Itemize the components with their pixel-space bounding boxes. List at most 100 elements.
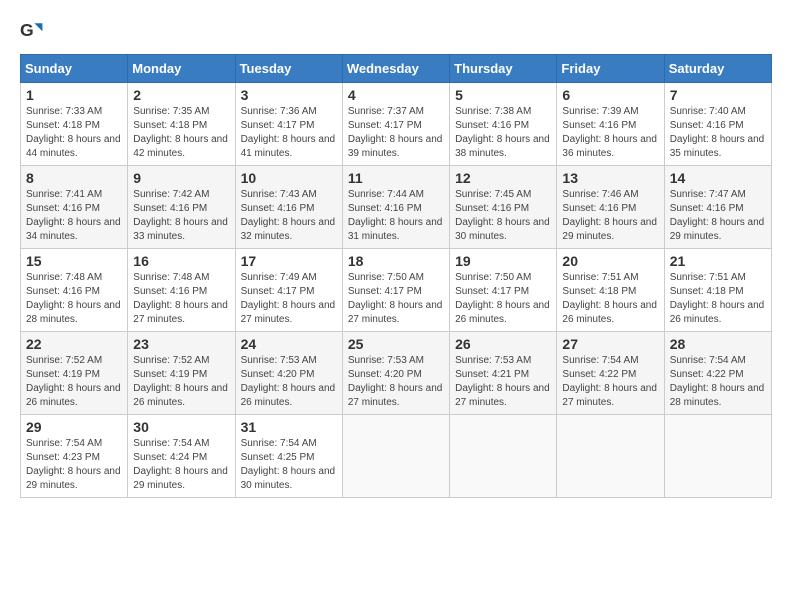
day-cell: 7Sunrise: 7:40 AM Sunset: 4:16 PM Daylig… — [664, 83, 771, 166]
day-info: Sunrise: 7:44 AM Sunset: 4:16 PM Dayligh… — [348, 189, 443, 242]
day-info: Sunrise: 7:43 AM Sunset: 4:16 PM Dayligh… — [241, 189, 336, 242]
week-row-2: 8Sunrise: 7:41 AM Sunset: 4:16 PM Daylig… — [21, 166, 772, 249]
day-number: 31 — [241, 419, 337, 435]
day-info: Sunrise: 7:54 AM Sunset: 4:22 PM Dayligh… — [562, 355, 657, 408]
day-cell: 9Sunrise: 7:42 AM Sunset: 4:16 PM Daylig… — [128, 166, 235, 249]
day-cell: 13 Sunrise: 7:46 AM Sunset: 4:16 PM Dayli… — [557, 166, 664, 249]
day-number: 20 — [562, 253, 658, 269]
day-cell: 23 Sunrise: 7:52 AM Sunset: 4:19 PM Dayli… — [128, 332, 235, 415]
day-number: 27 — [562, 336, 658, 352]
day-number: 5 — [455, 87, 551, 103]
day-number: 13 — [562, 170, 658, 186]
day-number: 23 — [133, 336, 229, 352]
day-cell — [342, 415, 449, 498]
day-info: Sunrise: 7:48 AM Sunset: 4:16 PM Dayligh… — [133, 272, 228, 325]
day-info: Sunrise: 7:39 AM Sunset: 4:16 PM Dayligh… — [562, 106, 657, 159]
header-day-friday: Friday — [557, 55, 664, 83]
day-cell: 27 Sunrise: 7:54 AM Sunset: 4:22 PM Dayli… — [557, 332, 664, 415]
day-info: Sunrise: 7:45 AM Sunset: 4:16 PM Dayligh… — [455, 189, 550, 242]
day-info: Sunrise: 7:49 AM Sunset: 4:17 PM Dayligh… — [241, 272, 336, 325]
header-day-wednesday: Wednesday — [342, 55, 449, 83]
day-cell: 8Sunrise: 7:41 AM Sunset: 4:16 PM Daylig… — [21, 166, 128, 249]
week-row-3: 15 Sunrise: 7:48 AM Sunset: 4:16 PM Dayli… — [21, 249, 772, 332]
day-info: Sunrise: 7:52 AM Sunset: 4:19 PM Dayligh… — [133, 355, 228, 408]
day-number: 6 — [562, 87, 658, 103]
day-cell: 11 Sunrise: 7:44 AM Sunset: 4:16 PM Dayli… — [342, 166, 449, 249]
day-number: 7 — [670, 87, 766, 103]
day-info: Sunrise: 7:47 AM Sunset: 4:16 PM Dayligh… — [670, 189, 765, 242]
header-day-saturday: Saturday — [664, 55, 771, 83]
day-info: Sunrise: 7:54 AM Sunset: 4:23 PM Dayligh… — [26, 438, 121, 491]
day-info: Sunrise: 7:33 AM Sunset: 4:18 PM Dayligh… — [26, 106, 121, 159]
day-info: Sunrise: 7:54 AM Sunset: 4:25 PM Dayligh… — [241, 438, 336, 491]
day-number: 24 — [241, 336, 337, 352]
day-number: 17 — [241, 253, 337, 269]
day-number: 19 — [455, 253, 551, 269]
day-cell: 29 Sunrise: 7:54 AM Sunset: 4:23 PM Dayli… — [21, 415, 128, 498]
day-info: Sunrise: 7:50 AM Sunset: 4:17 PM Dayligh… — [348, 272, 443, 325]
day-number: 4 — [348, 87, 444, 103]
day-cell: 21 Sunrise: 7:51 AM Sunset: 4:18 PM Dayli… — [664, 249, 771, 332]
day-number: 22 — [26, 336, 122, 352]
svg-text:G: G — [20, 20, 34, 40]
day-cell: 25Sunrise: 7:53 AM Sunset: 4:20 PM Dayli… — [342, 332, 449, 415]
day-cell — [664, 415, 771, 498]
day-number: 18 — [348, 253, 444, 269]
day-number: 2 — [133, 87, 229, 103]
day-number: 21 — [670, 253, 766, 269]
day-info: Sunrise: 7:54 AM Sunset: 4:24 PM Dayligh… — [133, 438, 228, 491]
logo-icon: G — [20, 20, 44, 44]
day-cell: 6 Sunrise: 7:39 AM Sunset: 4:16 PM Daylig… — [557, 83, 664, 166]
calendar-body: 1 Sunrise: 7:33 AM Sunset: 4:18 PM Daylig… — [21, 83, 772, 498]
calendar-table: SundayMondayTuesdayWednesdayThursdayFrid… — [20, 54, 772, 498]
day-number: 30 — [133, 419, 229, 435]
day-number: 14 — [670, 170, 766, 186]
day-info: Sunrise: 7:37 AM Sunset: 4:17 PM Dayligh… — [348, 106, 443, 159]
day-info: Sunrise: 7:52 AM Sunset: 4:19 PM Dayligh… — [26, 355, 121, 408]
day-info: Sunrise: 7:41 AM Sunset: 4:16 PM Dayligh… — [26, 189, 121, 242]
day-cell: 28Sunrise: 7:54 AM Sunset: 4:22 PM Dayli… — [664, 332, 771, 415]
header-row: SundayMondayTuesdayWednesdayThursdayFrid… — [21, 55, 772, 83]
day-cell: 18 Sunrise: 7:50 AM Sunset: 4:17 PM Dayli… — [342, 249, 449, 332]
day-info: Sunrise: 7:48 AM Sunset: 4:16 PM Dayligh… — [26, 272, 121, 325]
day-cell: 12 Sunrise: 7:45 AM Sunset: 4:16 PM Dayli… — [450, 166, 557, 249]
day-number: 10 — [241, 170, 337, 186]
day-number: 3 — [241, 87, 337, 103]
day-cell: 10 Sunrise: 7:43 AM Sunset: 4:16 PM Dayli… — [235, 166, 342, 249]
header-day-thursday: Thursday — [450, 55, 557, 83]
day-cell: 24 Sunrise: 7:53 AM Sunset: 4:20 PM Dayli… — [235, 332, 342, 415]
day-number: 16 — [133, 253, 229, 269]
day-info: Sunrise: 7:51 AM Sunset: 4:18 PM Dayligh… — [562, 272, 657, 325]
day-cell: 30 Sunrise: 7:54 AM Sunset: 4:24 PM Dayli… — [128, 415, 235, 498]
logo: G — [20, 20, 48, 44]
day-number: 25 — [348, 336, 444, 352]
day-info: Sunrise: 7:51 AM Sunset: 4:18 PM Dayligh… — [670, 272, 765, 325]
day-cell: 2Sunrise: 7:35 AM Sunset: 4:18 PM Daylig… — [128, 83, 235, 166]
day-cell: 1 Sunrise: 7:33 AM Sunset: 4:18 PM Daylig… — [21, 83, 128, 166]
day-info: Sunrise: 7:53 AM Sunset: 4:20 PM Dayligh… — [241, 355, 336, 408]
day-number: 12 — [455, 170, 551, 186]
day-info: Sunrise: 7:46 AM Sunset: 4:16 PM Dayligh… — [562, 189, 657, 242]
day-number: 15 — [26, 253, 122, 269]
day-cell: 26 Sunrise: 7:53 AM Sunset: 4:21 PM Dayli… — [450, 332, 557, 415]
day-info: Sunrise: 7:38 AM Sunset: 4:16 PM Dayligh… — [455, 106, 550, 159]
day-cell: 15 Sunrise: 7:48 AM Sunset: 4:16 PM Dayli… — [21, 249, 128, 332]
day-cell: 22 Sunrise: 7:52 AM Sunset: 4:19 PM Dayli… — [21, 332, 128, 415]
day-info: Sunrise: 7:50 AM Sunset: 4:17 PM Dayligh… — [455, 272, 550, 325]
day-cell — [450, 415, 557, 498]
day-cell: 4 Sunrise: 7:37 AM Sunset: 4:17 PM Daylig… — [342, 83, 449, 166]
header-day-sunday: Sunday — [21, 55, 128, 83]
day-number: 1 — [26, 87, 122, 103]
week-row-1: 1 Sunrise: 7:33 AM Sunset: 4:18 PM Daylig… — [21, 83, 772, 166]
day-cell: 16 Sunrise: 7:48 AM Sunset: 4:16 PM Dayli… — [128, 249, 235, 332]
day-info: Sunrise: 7:42 AM Sunset: 4:16 PM Dayligh… — [133, 189, 228, 242]
day-number: 29 — [26, 419, 122, 435]
day-cell: 31 Sunrise: 7:54 AM Sunset: 4:25 PM Dayli… — [235, 415, 342, 498]
day-cell: 17 Sunrise: 7:49 AM Sunset: 4:17 PM Dayli… — [235, 249, 342, 332]
day-number: 26 — [455, 336, 551, 352]
calendar-header: SundayMondayTuesdayWednesdayThursdayFrid… — [21, 55, 772, 83]
day-info: Sunrise: 7:53 AM Sunset: 4:21 PM Dayligh… — [455, 355, 550, 408]
week-row-5: 29 Sunrise: 7:54 AM Sunset: 4:23 PM Dayli… — [21, 415, 772, 498]
day-number: 11 — [348, 170, 444, 186]
day-cell — [557, 415, 664, 498]
